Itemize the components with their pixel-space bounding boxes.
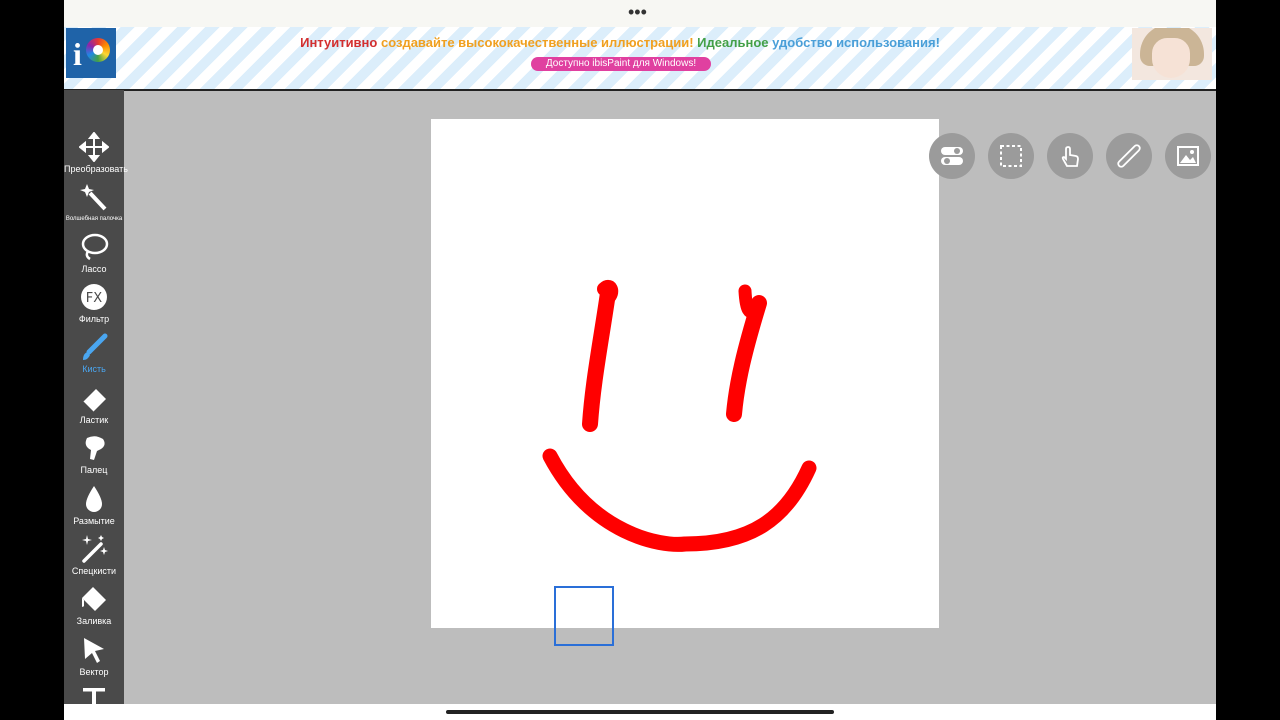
tool-magic-wand[interactable]: Волшебная палочка (64, 182, 124, 230)
home-indicator[interactable] (446, 710, 834, 714)
tool-label: Размытие (73, 516, 115, 526)
lasso-icon (81, 233, 109, 261)
tool-label: Вектор (79, 667, 109, 677)
ruler-icon (1117, 144, 1141, 168)
banner-word-3: Идеальное (697, 35, 769, 50)
bottom-bar (64, 704, 1216, 720)
banner-headline: Интуитивно создавайте высококачественные… (64, 35, 1176, 50)
tool-label: Заливка (76, 616, 112, 626)
tool-label: Кисть (82, 364, 106, 374)
tool-blur[interactable]: Размытие (64, 484, 124, 532)
fx-icon: FX (81, 284, 107, 310)
vector-arrow-icon (84, 638, 104, 663)
special-brush-icon (82, 535, 108, 563)
fab-reference-image[interactable] (1165, 133, 1211, 179)
tool-label: Преобразовать (64, 164, 128, 174)
eraser-icon (82, 389, 106, 413)
tool-sidebar: Преобразовать Волшебная палочка Лассо FX… (64, 90, 128, 714)
right-eye-stroke (726, 295, 767, 422)
tool-vector[interactable]: Вектор (64, 635, 124, 683)
magic-wand-icon (80, 184, 107, 211)
banner-word-4: удобство использования! (772, 35, 940, 50)
status-bar: ••• (64, 0, 1216, 27)
selection-icon (1000, 145, 1022, 167)
tool-fill[interactable]: Заливка (64, 584, 124, 632)
tool-filter[interactable]: FX Фильтр (64, 282, 124, 330)
banner-character-image (1132, 28, 1212, 80)
fab-ruler[interactable] (1106, 133, 1152, 179)
ad-banner[interactable]: i Интуитивно создавайте высококачественн… (64, 27, 1216, 91)
fab-settings-toggle[interactable] (929, 133, 975, 179)
tool-label: Фильтр (78, 314, 110, 324)
left-eye-stroke (582, 285, 616, 432)
fill-bucket-icon (82, 587, 106, 611)
svg-text:FX: FX (86, 291, 102, 306)
app-screen: ••• i Интуитивно создавайте высококачест… (64, 0, 1216, 720)
tool-special-brush[interactable]: Спецкисти (64, 534, 124, 582)
banner-windows-pill[interactable]: Доступно ibisPaint для Windows! (531, 57, 711, 71)
tool-label: Ластик (79, 415, 109, 425)
tool-brush[interactable]: Кисть (64, 332, 124, 380)
multitask-dots[interactable]: ••• (628, 3, 647, 21)
selection-cursor-box[interactable] (554, 586, 614, 646)
tool-label: Палец (80, 465, 108, 475)
left-eye-stroke (597, 280, 619, 304)
tool-label: Лассо (81, 264, 107, 274)
tool-label: Спецкисти (71, 566, 117, 576)
fab-touch[interactable] (1047, 133, 1093, 179)
tool-label: Волшебная палочка (65, 216, 123, 222)
tool-eraser[interactable]: Ластик (64, 383, 124, 431)
brush-icon (83, 333, 108, 360)
touch-icon (1061, 146, 1079, 167)
tool-transform[interactable]: Преобразовать (64, 132, 128, 180)
smudge-icon (85, 436, 105, 460)
smile-stroke (542, 448, 817, 552)
tool-lasso[interactable]: Лассо (64, 232, 124, 280)
banner-word-2: создавайте высококачественные иллюстраци… (380, 35, 694, 50)
smiley-drawing (542, 280, 817, 552)
toggle-icon (941, 147, 963, 165)
fab-selection[interactable] (988, 133, 1034, 179)
move-icon (79, 132, 109, 162)
drawing-canvas[interactable] (431, 119, 939, 628)
blur-drop-icon (86, 486, 102, 512)
tool-smudge[interactable]: Палец (64, 433, 124, 481)
banner-word-1: Интуитивно (300, 35, 378, 50)
image-icon (1177, 146, 1199, 166)
